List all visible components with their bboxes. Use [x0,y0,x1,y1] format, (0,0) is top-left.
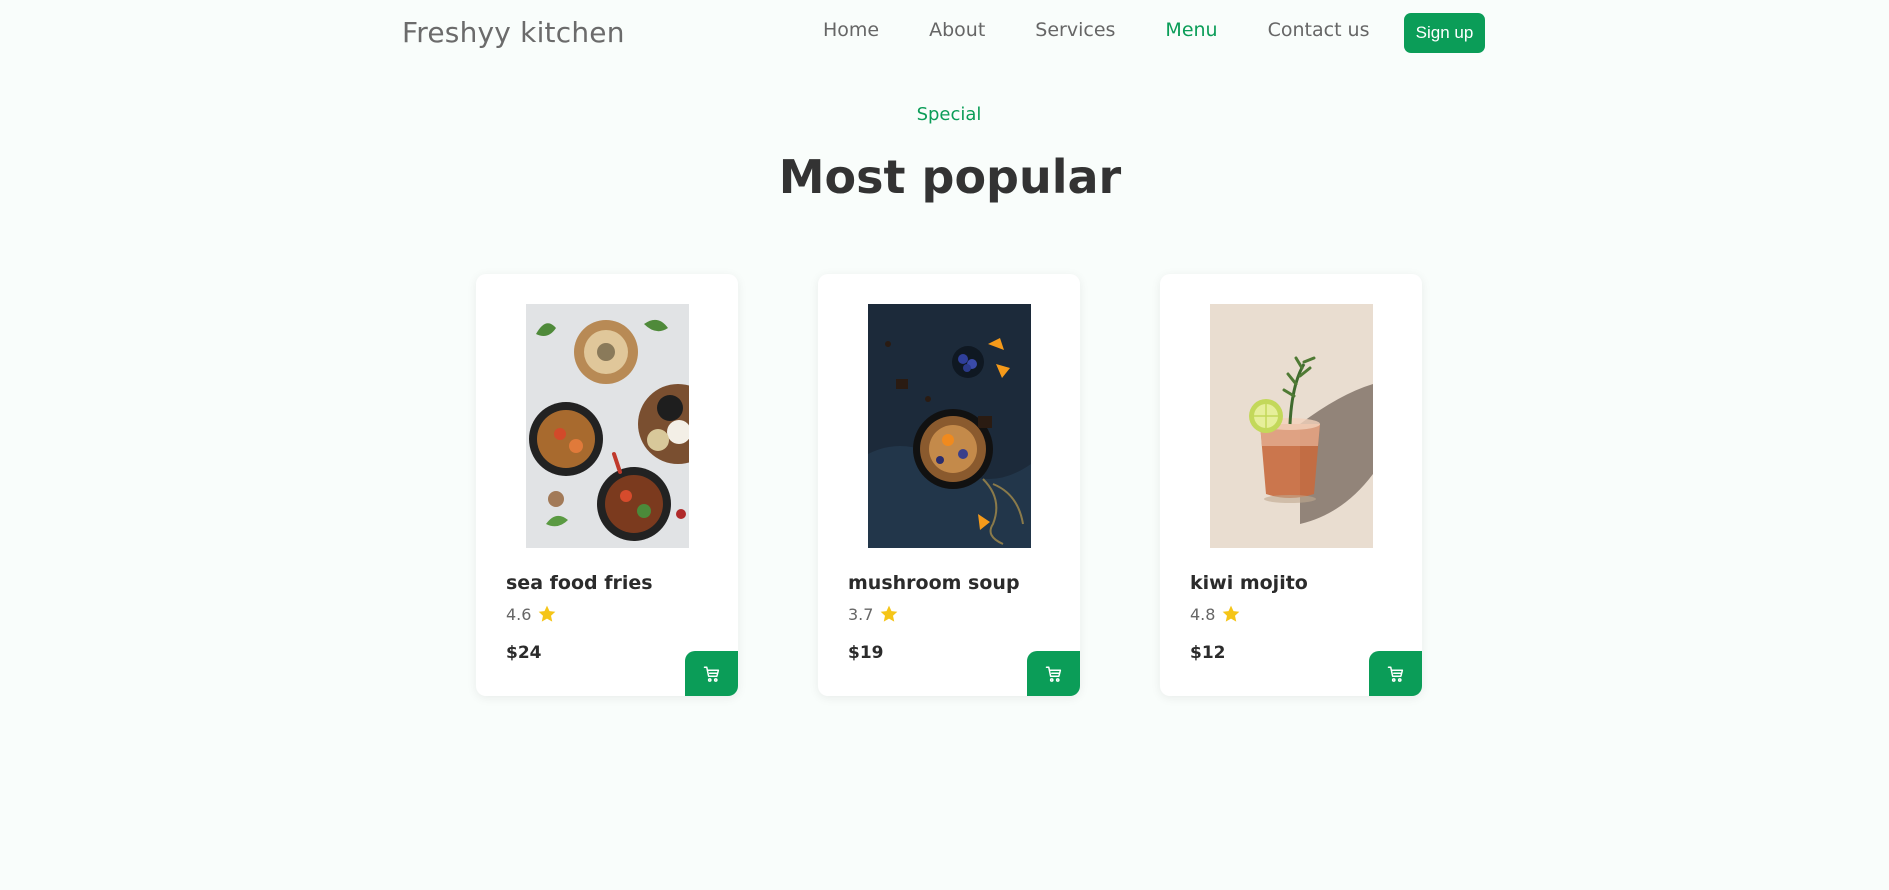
rating-value: 4.6 [506,604,532,624]
product-card[interactable]: mushroom soup 3.7 $19 [818,274,1080,696]
product-card[interactable]: kiwi mojito 4.8 $12 [1160,274,1422,696]
product-price: $19 [848,643,884,663]
cart-icon [1045,666,1061,682]
navbar: Freshyy kitchen Home About Services Menu… [0,0,1889,70]
product-image [868,304,1031,548]
nav-link-contact[interactable]: Contact us [1268,19,1370,41]
rating-value: 4.8 [1190,604,1216,624]
nav-link-menu[interactable]: Menu [1165,19,1217,41]
signup-button[interactable]: Sign up [1404,13,1485,53]
nav-links: Home About Services Menu Contact us [823,19,1420,41]
rating-value: 3.7 [848,604,874,624]
star-icon [1223,605,1240,622]
product-price: $24 [506,643,542,663]
star-icon [539,605,556,622]
product-name: mushroom soup [848,572,1020,594]
nav-link-services[interactable]: Services [1035,19,1115,41]
brand-logo[interactable]: Freshyy kitchen [402,16,625,49]
product-card[interactable]: sea food fries 4.6 $24 [476,274,738,696]
add-to-cart-button[interactable] [1369,651,1422,696]
product-rating: 4.6 [506,604,557,624]
product-rating: 3.7 [848,604,899,624]
product-rating: 4.8 [1190,604,1241,624]
product-price: $12 [1190,643,1226,663]
nav-link-home[interactable]: Home [823,19,879,41]
product-image [526,304,689,548]
add-to-cart-button[interactable] [685,651,738,696]
product-image [1210,304,1373,548]
nav-link-about[interactable]: About [929,19,985,41]
product-list: sea food fries 4.6 $24 mushroom soup 3.7… [476,274,1422,696]
section-tag: Special [916,104,982,125]
cart-icon [1387,666,1403,682]
cart-icon [703,666,719,682]
star-icon [881,605,898,622]
section-title: Most popular [778,150,1122,204]
product-name: kiwi mojito [1190,572,1308,594]
product-name: sea food fries [506,572,653,594]
add-to-cart-button[interactable] [1027,651,1080,696]
